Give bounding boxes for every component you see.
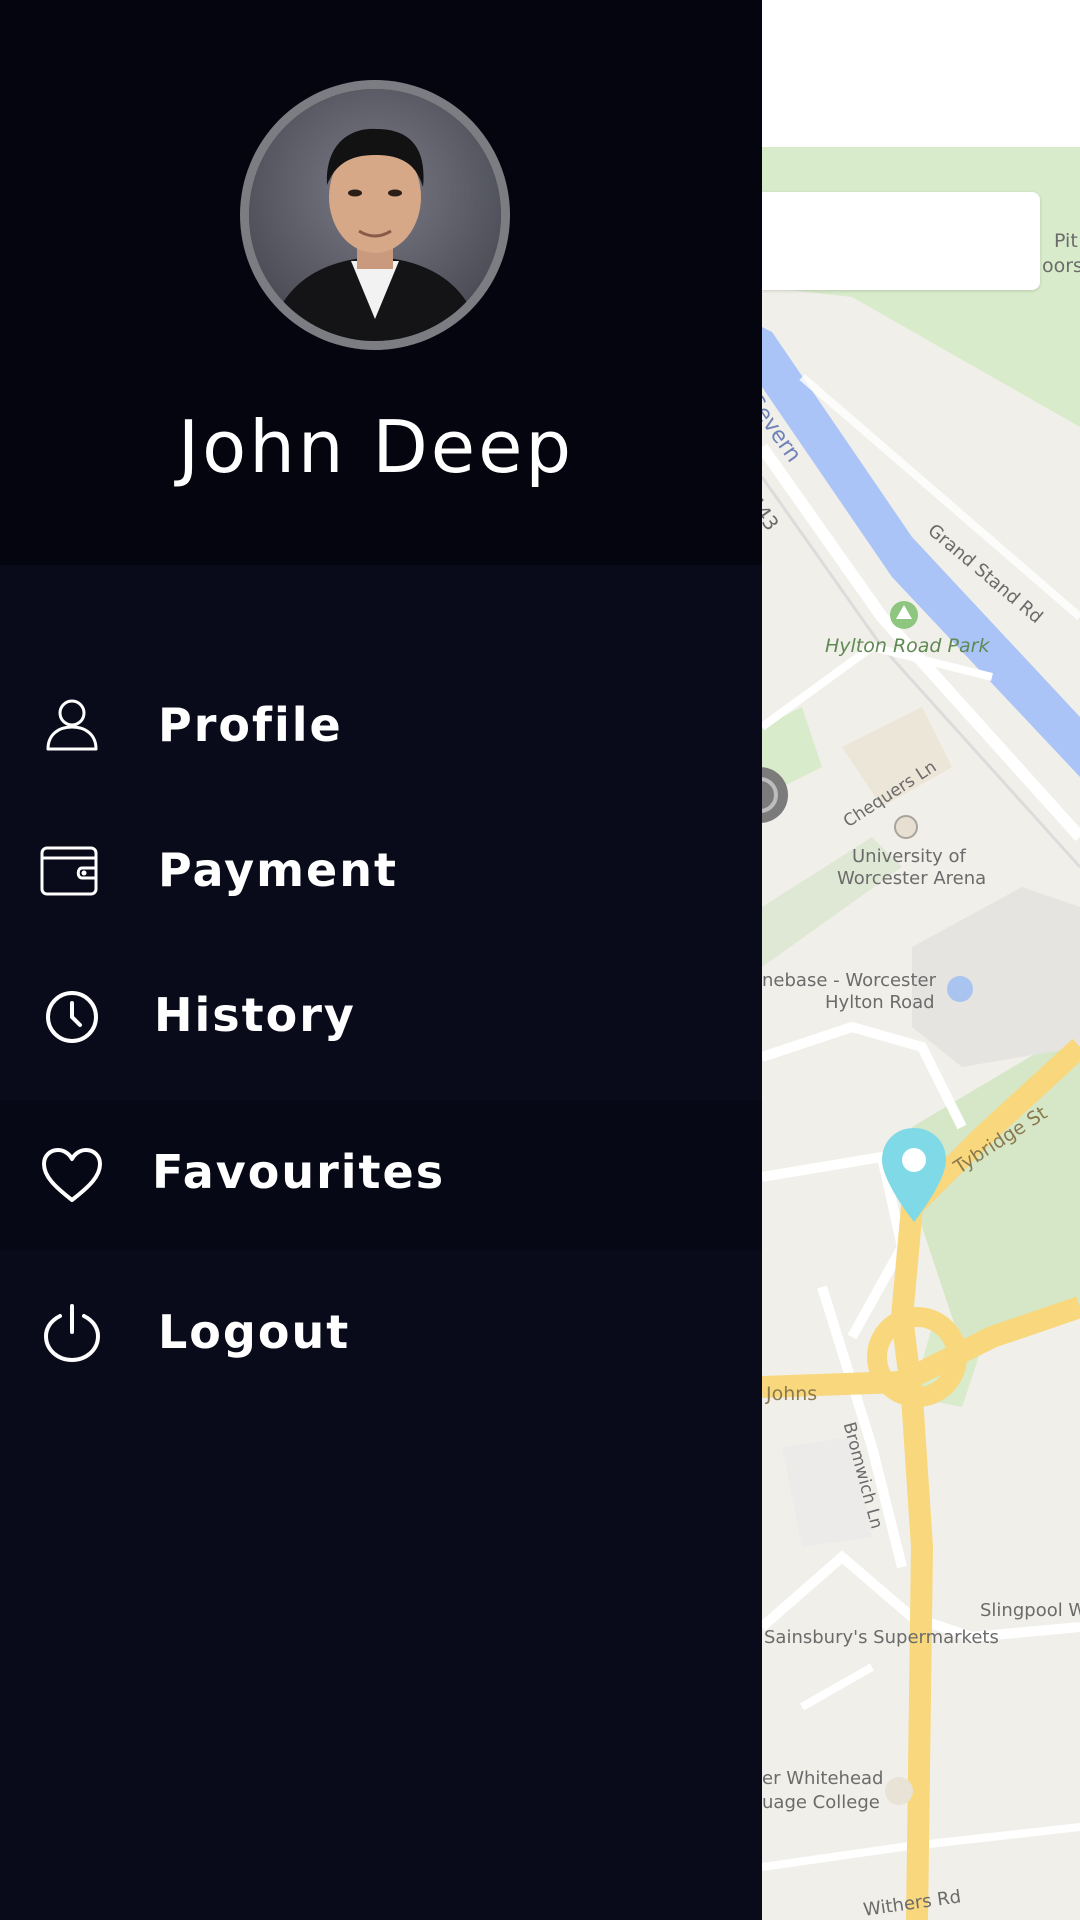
- map-top-bar: [762, 0, 1080, 150]
- map-label-arena-1: University of: [852, 846, 966, 867]
- heart-icon: [40, 1144, 104, 1208]
- menu-item-profile[interactable]: Profile: [0, 655, 762, 795]
- map-canvas[interactable]: [762, 147, 1080, 1920]
- map-label-base-2: Hylton Road: [825, 992, 935, 1013]
- map-label-pit-1: Pit: [1054, 230, 1078, 252]
- map-view[interactable]: Severn 443 Grand Stand Rd Hylton Road Pa…: [762, 0, 1080, 1920]
- map-label-sainsburys: Sainsbury's Supermarkets: [764, 1627, 999, 1648]
- user-portrait: [249, 89, 501, 341]
- menu-item-payment[interactable]: Payment: [0, 800, 762, 940]
- navigation-drawer: John Deep Profile Payment History Favour…: [0, 0, 762, 1920]
- location-pin-icon[interactable]: [880, 1126, 948, 1224]
- user-name: John Deep: [177, 405, 575, 489]
- map-label-pit-2: oors: [1042, 255, 1080, 277]
- map-graphic: [762, 147, 1080, 1920]
- map-label-slingpool: Slingpool W: [980, 1600, 1080, 1621]
- map-label-base-1: nebase - Worcester: [762, 970, 936, 991]
- menu-label-payment: Payment: [158, 843, 398, 897]
- map-search-box[interactable]: [762, 192, 1040, 290]
- menu-label-history: History: [154, 988, 356, 1042]
- map-label-college-1: er Whitehead: [762, 1768, 884, 1789]
- power-icon: [40, 1302, 104, 1366]
- user-icon: [40, 693, 104, 757]
- menu-item-favourites[interactable]: Favourites: [0, 1100, 762, 1250]
- drawer-header: John Deep: [0, 0, 762, 565]
- menu-label-favourites: Favourites: [152, 1145, 446, 1199]
- map-label-arena-2: Worcester Arena: [837, 868, 987, 889]
- menu-label-logout: Logout: [158, 1305, 351, 1359]
- menu-item-history[interactable]: History: [0, 945, 762, 1085]
- menu-label-profile: Profile: [158, 698, 343, 752]
- clock-icon: [40, 985, 104, 1049]
- menu-item-logout[interactable]: Logout: [0, 1260, 762, 1400]
- map-label-college-2: uage College: [762, 1792, 880, 1813]
- avatar[interactable]: [240, 80, 510, 350]
- map-label-park: Hylton Road Park: [825, 635, 990, 657]
- map-label-johns: Johns: [766, 1383, 818, 1405]
- wallet-icon: [40, 838, 104, 902]
